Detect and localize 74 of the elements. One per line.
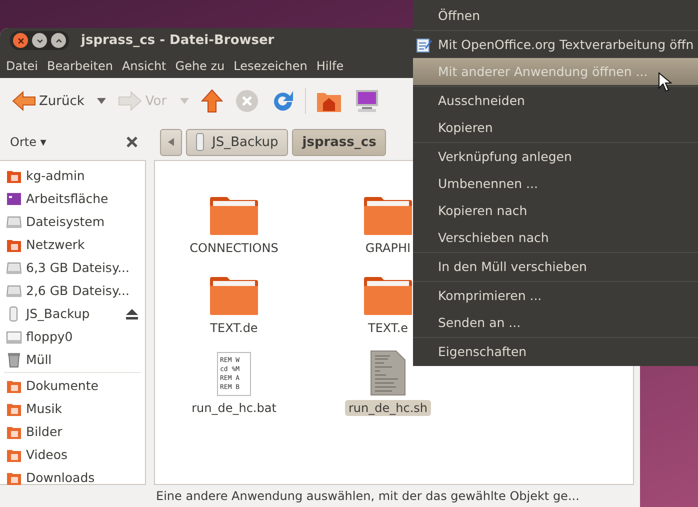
drive-icon [6,282,22,298]
close-icon [16,36,24,44]
context-menu-item[interactable]: Verschieben nach [413,224,698,251]
folder-icon[interactable] [209,276,259,316]
usb-drive-icon [196,133,204,151]
minimize-button[interactable] [32,33,47,48]
context-menu-item[interactable]: Verknüpfung anlegen [413,143,698,170]
context-menu-item[interactable]: In den Müll verschieben [413,253,698,280]
folder-icon[interactable] [363,276,413,316]
desktop-icon [6,190,22,206]
path-button[interactable]: jsprass_cs [292,128,386,156]
close-button[interactable] [13,33,28,48]
context-menu-item[interactable]: Senden an ... [413,309,698,336]
places-dropdown[interactable]: Orte ▾ [10,135,46,149]
back-button[interactable]: Zurück [10,88,108,114]
file-name: run_de_hc.sh [345,400,431,416]
script-file-icon[interactable] [370,350,406,396]
folder-icon[interactable] [363,196,413,236]
menu-item[interactable]: Gehe zu [175,58,225,72]
path-button[interactable]: JS_Backup [186,128,288,156]
drive-icon [6,214,22,230]
mouse-pointer-icon [658,72,672,92]
floppy-icon [6,328,22,344]
sidebar-item[interactable]: Videos [0,443,145,466]
left-triangle-icon [168,138,174,146]
sidebar-item[interactable]: Müll [0,348,145,371]
file-name: TEXT.e [366,320,410,336]
file-name: TEXT.de [209,320,259,336]
context-menu-item[interactable]: Komprimieren ... [413,282,698,309]
computer-icon [354,89,380,113]
close-sidebar-button[interactable] [126,136,138,148]
sidebar-item[interactable]: JS_Backup [0,302,145,325]
sidebar-item[interactable]: kg-admin [0,164,145,187]
sidebar-item[interactable]: Netzwerk [0,233,145,256]
menu-item[interactable]: Datei [6,58,38,72]
status-text: Eine andere Anwendung auswählen, mit der das gewählte Objekt ge... [156,489,580,503]
sidebar-item[interactable]: floppy0 [0,325,145,348]
file-name: GRAPHI [364,240,412,256]
file-name: run_de_hc.bat [190,400,278,416]
context-menu-item[interactable]: Mit OpenOffice.org Textverarbeitung öffn [413,31,698,58]
context-menu-item[interactable]: Ausschneiden [413,87,698,114]
chevron-up-icon [54,36,62,44]
menu-item[interactable]: Bearbeiten [47,58,113,72]
sidebar-item[interactable]: Bilder [0,420,145,443]
right-arrow-icon [118,90,142,112]
sidebar-item[interactable]: Dateisystem [0,210,145,233]
sidebar-item[interactable]: 6,3 GB Dateisy... [0,256,145,279]
trash-icon [6,352,22,368]
context-menu-item[interactable]: Eigenschaften [413,338,698,365]
window-title: jsprass_cs - Datei-Browser [81,33,274,48]
stop-icon [234,89,259,113]
sidebar-item[interactable]: Dokumente [0,374,145,397]
sidebar-item[interactable]: 2,6 GB Dateisy... [0,279,145,302]
context-menu-item[interactable]: Umbenennen ... [413,170,698,197]
sidebar-item[interactable]: Downloads [0,466,145,489]
up-arrow-icon [200,89,223,113]
eject-icon[interactable] [125,308,139,320]
context-menu-item[interactable]: Kopieren nach [413,197,698,224]
context-menu-item[interactable]: Kopieren [413,114,698,141]
file-name: CONNECTIONS [188,240,280,256]
menu-item[interactable]: Ansicht [122,58,166,72]
menu-item[interactable]: Hilfe [316,58,344,72]
folder-icon[interactable] [209,196,259,236]
path-back-button[interactable] [160,128,182,156]
drive-icon [6,260,22,276]
sidebar-item[interactable]: Musik [0,397,145,420]
up-button[interactable] [198,87,225,115]
chevron-down-icon [36,36,44,44]
maximize-button[interactable] [51,33,66,48]
left-arrow-icon [12,90,36,112]
close-icon [126,136,138,148]
context-menu-item[interactable]: Öffnen [413,2,698,29]
sidebar-item[interactable]: Arbeitsfläche [0,187,145,210]
menu-item[interactable]: Lesezeichen [234,58,308,72]
